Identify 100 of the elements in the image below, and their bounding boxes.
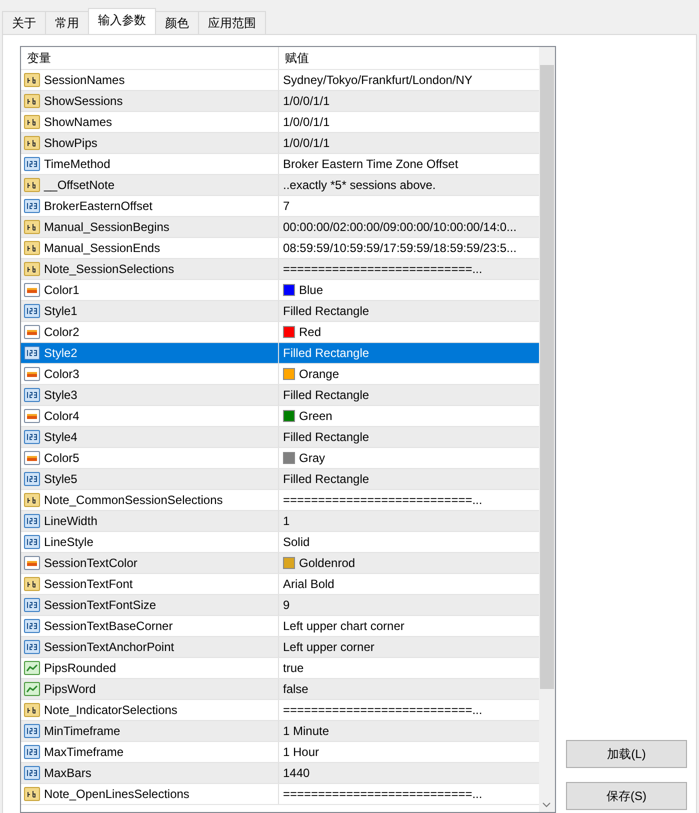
parameter-name: BrokerEasternOffset (44, 199, 152, 213)
parameter-value: Arial Bold (283, 577, 334, 591)
parameter-name: Style4 (44, 430, 78, 444)
tab[interactable]: 关于 (2, 11, 46, 34)
parameter-name: Style3 (44, 388, 78, 402)
table-row[interactable]: Color4 Green (21, 406, 539, 427)
table-row[interactable]: MinTimeframe 1 Minute (21, 721, 539, 742)
parameter-name: SessionTextFontSize (44, 598, 156, 612)
table-row[interactable]: Style1 Filled Rectangle (21, 301, 539, 322)
table-row[interactable]: TimeMethod Broker Eastern Time Zone Offset (21, 154, 539, 175)
text-type-icon (24, 786, 40, 802)
parameter-value: Broker Eastern Time Zone Offset (283, 157, 458, 171)
scrollbar-thumb[interactable] (540, 65, 554, 689)
table-row[interactable]: MaxTimeframe 1 Hour (21, 742, 539, 763)
parameter-name: Style5 (44, 472, 78, 486)
parameter-value: Filled Rectangle (283, 430, 370, 444)
column-header[interactable]: 变量 (21, 47, 279, 69)
table-row[interactable]: Manual_SessionBegins 00:00:00/02:00:00/09:00:00/10:00:00/14:0... (21, 217, 539, 238)
parameter-name: MinTimeframe (44, 724, 120, 738)
table-row[interactable]: Color3 Orange (21, 364, 539, 385)
table-row[interactable]: Manual_SessionEnds 08:59:59/10:59:59/17:59:59/18:59:59/23:5... (21, 238, 539, 259)
tab[interactable]: 应用范围 (198, 11, 266, 34)
number-type-icon (24, 513, 40, 529)
parameter-value: Solid (283, 535, 310, 549)
color-type-icon (24, 366, 40, 382)
table-row[interactable]: Note_CommonSessionSelections ===========================... (21, 490, 539, 511)
parameter-name: ShowSessions (44, 94, 123, 108)
parameter-name: LineStyle (44, 535, 94, 549)
parameter-value: ===========================... (283, 493, 482, 507)
table-row[interactable]: PipsRounded true (21, 658, 539, 679)
dialog-button[interactable]: 加载(L) (566, 740, 687, 768)
table-row[interactable]: SessionNames Sydney/Tokyo/Frankfurt/London/NY (21, 70, 539, 91)
table-row[interactable]: ShowSessions 1/0/0/1/1 (21, 91, 539, 112)
dialog-button[interactable]: 保存(S) (566, 782, 687, 810)
table-row[interactable]: Style2 Filled Rectangle (21, 343, 539, 364)
parameter-name: Manual_SessionBegins (44, 220, 170, 234)
parameter-name: SessionTextAnchorPoint (44, 640, 174, 654)
table-row[interactable]: SessionTextColor Goldenrod (21, 553, 539, 574)
color-type-icon (24, 282, 40, 298)
parameter-value: false (283, 682, 308, 696)
table-row[interactable]: SessionTextFont Arial Bold (21, 574, 539, 595)
table-row[interactable]: BrokerEasternOffset 7 (21, 196, 539, 217)
parameter-name: Color2 (44, 325, 80, 339)
table-row[interactable]: MaxBars 1440 (21, 763, 539, 784)
table-row[interactable]: ShowNames 1/0/0/1/1 (21, 112, 539, 133)
parameter-value: Red (299, 325, 322, 339)
table-row[interactable]: Style3 Filled Rectangle (21, 385, 539, 406)
table-row[interactable]: Note_OpenLinesSelections ===========================... (21, 784, 539, 805)
parameter-value: Filled Rectangle (283, 346, 370, 360)
text-type-icon (24, 177, 40, 193)
parameter-name: __OffsetNote (44, 178, 114, 192)
text-type-icon (24, 219, 40, 235)
table-row[interactable]: SessionTextFontSize 9 (21, 595, 539, 616)
parameter-name: SessionNames (44, 73, 125, 87)
table-row[interactable]: __OffsetNote ..exactly *5* sessions above. (21, 175, 539, 196)
parameter-value: Goldenrod (299, 556, 356, 570)
scrollbar[interactable] (539, 47, 555, 812)
column-header[interactable]: 赋值 (279, 47, 539, 69)
number-type-icon (24, 471, 40, 487)
table-row[interactable]: Style5 Filled Rectangle (21, 469, 539, 490)
parameter-name: Style2 (44, 346, 78, 360)
parameter-name: MaxTimeframe (44, 745, 124, 759)
parameter-value: 1/0/0/1/1 (283, 136, 330, 150)
parameter-value: Green (299, 409, 332, 423)
scroll-down-icon[interactable] (542, 802, 551, 808)
table-row[interactable]: Color1 Blue (21, 280, 539, 301)
parameter-value: ===========================... (283, 703, 482, 717)
table-row[interactable]: Note_IndicatorSelections ===========================... (21, 700, 539, 721)
parameter-value: Orange (299, 367, 340, 381)
table-row[interactable]: Color2 Red (21, 322, 539, 343)
table-row[interactable]: ShowPips 1/0/0/1/1 (21, 133, 539, 154)
parameter-value: ===========================... (283, 787, 482, 801)
parameter-name: Color4 (44, 409, 80, 423)
parameter-name: Note_CommonSessionSelections (44, 493, 223, 507)
number-type-icon (24, 156, 40, 172)
table-row[interactable]: SessionTextAnchorPoint Left upper corner (21, 637, 539, 658)
table-row[interactable]: PipsWord false (21, 679, 539, 700)
tab[interactable]: 输入参数 (88, 8, 156, 34)
text-type-icon (24, 240, 40, 256)
chart-type-icon (24, 681, 40, 697)
text-type-icon (24, 72, 40, 88)
parameter-value: 9 (283, 598, 290, 612)
parameter-value: ===========================... (283, 262, 482, 276)
parameter-name: LineWidth (44, 514, 98, 528)
parameter-name: SessionTextBaseCorner (44, 619, 173, 633)
parameter-name: MaxBars (44, 766, 92, 780)
table-row[interactable]: Note_SessionSelections ===========================... (21, 259, 539, 280)
number-type-icon (24, 723, 40, 739)
table-row[interactable]: Color5 Gray (21, 448, 539, 469)
table-row[interactable]: SessionTextBaseCorner Left upper chart corner (21, 616, 539, 637)
table-row[interactable]: LineWidth 1 (21, 511, 539, 532)
number-type-icon (24, 345, 40, 361)
parameter-name: Note_SessionSelections (44, 262, 174, 276)
table-row[interactable]: LineStyle Solid (21, 532, 539, 553)
table-row[interactable]: Style4 Filled Rectangle (21, 427, 539, 448)
text-type-icon (24, 492, 40, 508)
parameter-value: 00:00:00/02:00:00/09:00:00/10:00:00/14:0... (283, 220, 517, 234)
text-type-icon (24, 93, 40, 109)
color-type-icon (24, 408, 40, 424)
parameter-name: ShowNames (44, 115, 112, 129)
